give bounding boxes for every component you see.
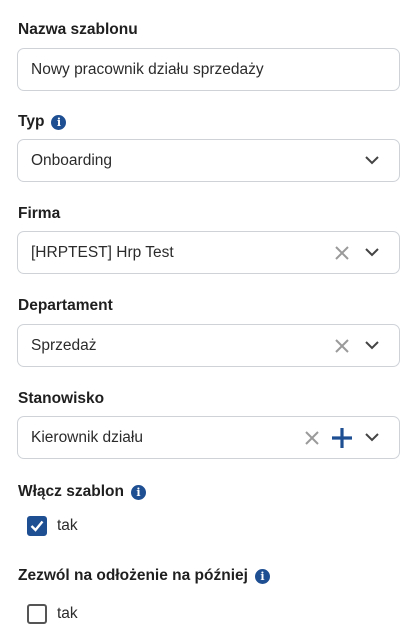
type-label-text: Typ [18, 113, 45, 130]
department-value[interactable]: Sprzedaż [18, 337, 327, 355]
enable-template-label-text: Włącz szablon [18, 483, 124, 500]
template-name-value[interactable]: Nowy pracownik działu sprzedaży [18, 61, 399, 79]
department-label: Departament [18, 296, 113, 316]
allow-postpone-option[interactable]: tak [27, 604, 78, 624]
checkmark-icon [30, 520, 44, 532]
company-label-text: Firma [18, 205, 61, 222]
template-name-label: Nazwa szablonu [18, 20, 138, 40]
chevron-down-icon[interactable] [357, 146, 387, 176]
position-select[interactable]: Kierownik działu [17, 416, 400, 459]
company-label: Firma [18, 204, 60, 224]
allow-postpone-checkbox[interactable] [27, 604, 47, 624]
add-position-icon[interactable] [327, 423, 357, 453]
template-name-field[interactable]: Nowy pracownik działu sprzedaży [17, 48, 400, 91]
allow-postpone-label: Zezwól na odłożenie na później i [18, 566, 270, 586]
info-icon[interactable]: i [254, 568, 270, 584]
enable-template-option[interactable]: tak [27, 516, 78, 536]
info-icon[interactable]: i [130, 484, 146, 500]
chevron-down-icon[interactable] [357, 331, 387, 361]
department-label-text: Departament [18, 297, 113, 314]
company-select[interactable]: [HRPTEST] Hrp Test [17, 231, 400, 274]
type-label: Typ i [18, 112, 67, 132]
clear-icon[interactable] [297, 423, 327, 453]
allow-postpone-option-label[interactable]: tak [57, 605, 78, 623]
position-value[interactable]: Kierownik działu [18, 429, 297, 447]
allow-postpone-label-text: Zezwól na odłożenie na później [18, 567, 248, 584]
template-name-label-text: Nazwa szablonu [18, 21, 138, 38]
chevron-down-icon[interactable] [357, 238, 387, 268]
enable-template-option-label[interactable]: tak [57, 517, 78, 535]
position-label-text: Stanowisko [18, 390, 105, 407]
chevron-down-icon[interactable] [357, 423, 387, 453]
clear-icon[interactable] [327, 331, 357, 361]
enable-template-checkbox[interactable] [27, 516, 47, 536]
department-select[interactable]: Sprzedaż [17, 324, 400, 367]
type-select[interactable]: Onboarding [17, 139, 400, 182]
company-value[interactable]: [HRPTEST] Hrp Test [18, 244, 327, 262]
position-label: Stanowisko [18, 389, 104, 409]
type-value[interactable]: Onboarding [18, 152, 357, 170]
info-icon[interactable]: i [51, 114, 67, 130]
enable-template-label: Włącz szablon i [18, 482, 146, 502]
clear-icon[interactable] [327, 238, 357, 268]
